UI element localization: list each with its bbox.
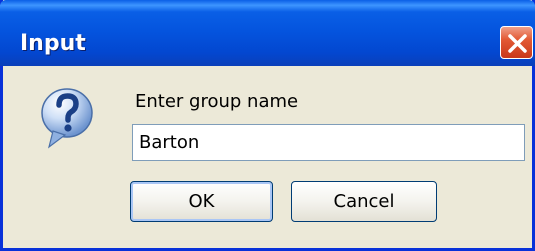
group-name-input[interactable] — [132, 124, 525, 161]
ok-button[interactable]: OK — [130, 181, 273, 222]
question-icon — [41, 88, 93, 149]
cancel-button[interactable]: Cancel — [291, 181, 437, 222]
close-icon — [508, 34, 527, 53]
title-bar[interactable]: Input — [0, 0, 535, 66]
window-title: Input — [20, 31, 86, 56]
input-dialog: Input Enter group name OK Cancel — [0, 0, 535, 251]
close-button[interactable] — [500, 26, 533, 59]
prompt-label: Enter group name — [135, 91, 299, 112]
